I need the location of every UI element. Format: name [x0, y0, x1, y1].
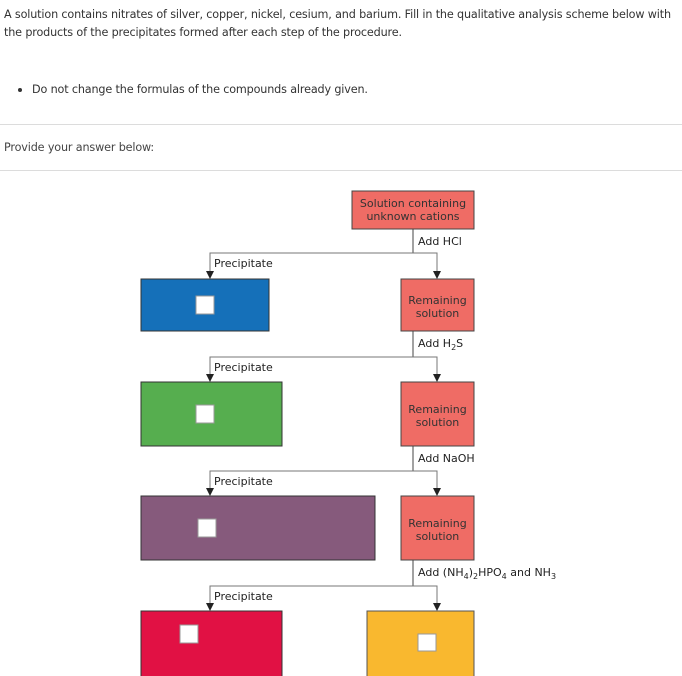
remaining-label-line1: Remaining	[408, 294, 466, 307]
answer-input[interactable]	[195, 404, 215, 424]
answer-input[interactable]	[195, 295, 215, 315]
arrow-down-icon	[433, 603, 441, 611]
remaining-label-line2: solution	[416, 307, 460, 320]
answer-input[interactable]	[417, 633, 437, 652]
reagent-label: Add NaOH	[418, 452, 475, 465]
reagent-label: Add (NH4)2HPO4 and NH3	[418, 566, 556, 581]
precipitate-box	[140, 610, 283, 676]
remaining-solution-box: Remainingsolution	[400, 381, 475, 447]
remaining-solution-box: Remainingsolution	[400, 495, 475, 561]
precipitate-box	[140, 495, 376, 561]
step-1: Add HCl Precipitate Remainingsolution	[140, 229, 475, 332]
arrow-down-icon	[433, 271, 441, 279]
step-2: Add H2S Precipitate Remainingsolution	[140, 331, 475, 447]
reagent-label: Add HCl	[418, 235, 462, 248]
remaining-label-line2: solution	[416, 416, 460, 429]
arrow-down-icon	[433, 488, 441, 496]
step-3: Add NaOH Precipitate Remainingsolution	[140, 446, 475, 561]
precipitate-label: Precipitate	[214, 475, 273, 488]
remaining-solution-box: Remainingsolution	[400, 278, 475, 332]
start-solution-box: Solution containing unknown cations	[351, 190, 475, 230]
answer-input[interactable]	[197, 518, 217, 538]
arrow-down-icon	[206, 603, 214, 611]
precipitate-label: Precipitate	[214, 590, 273, 603]
start-box-line1: Solution containing	[360, 197, 466, 210]
arrow-down-icon	[206, 271, 214, 279]
precipitate-box	[140, 381, 283, 447]
remaining-label-line2: solution	[416, 530, 460, 543]
arrow-down-icon	[206, 488, 214, 496]
remaining-label-line1: Remaining	[408, 517, 466, 530]
precipitate-label: Precipitate	[214, 257, 273, 270]
final-solution-box	[366, 610, 475, 676]
arrow-down-icon	[433, 374, 441, 382]
qualitative-analysis-scheme: Solution containing unknown cations Add …	[140, 190, 556, 676]
precipitate-box	[140, 278, 270, 332]
remaining-label-line1: Remaining	[408, 403, 466, 416]
reagent-label: Add H2S	[418, 337, 463, 352]
start-box-line2: unknown cations	[366, 210, 459, 223]
answer-input[interactable]	[179, 624, 199, 644]
arrow-down-icon	[206, 374, 214, 382]
step-4: Add (NH4)2HPO4 and NH3 Precipitate	[140, 560, 556, 676]
precipitate-label: Precipitate	[214, 361, 273, 374]
